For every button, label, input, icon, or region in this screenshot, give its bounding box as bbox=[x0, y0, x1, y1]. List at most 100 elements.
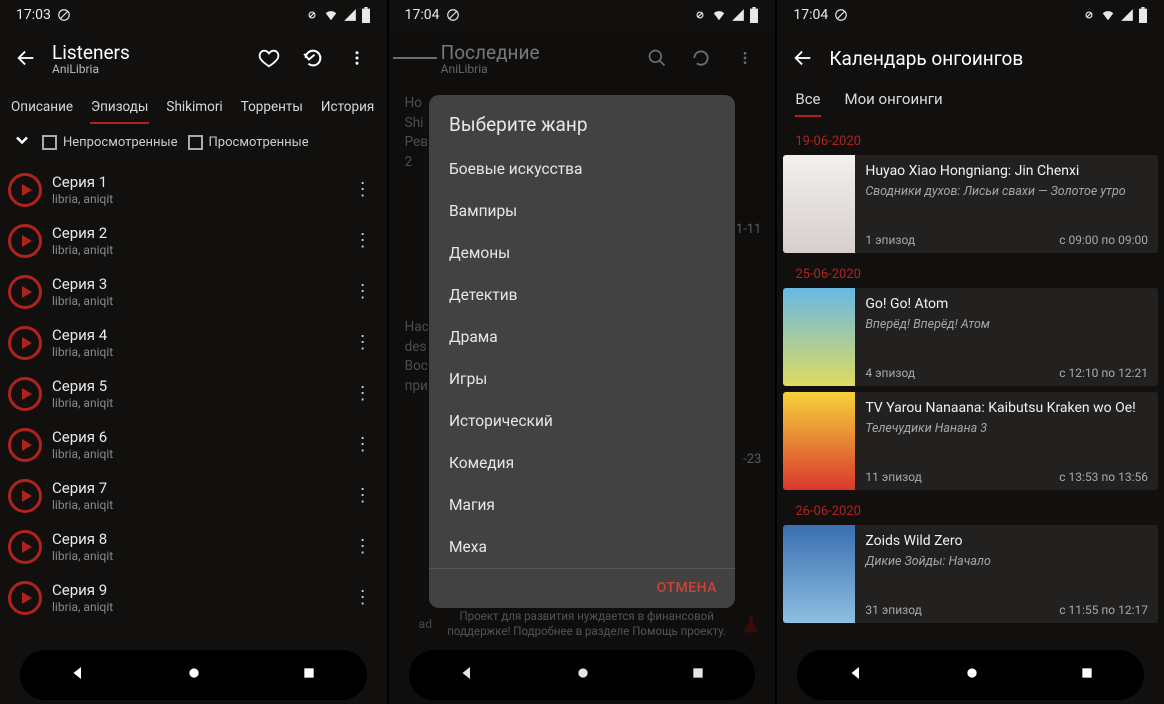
nav-home-icon[interactable] bbox=[964, 665, 980, 685]
genre-item[interactable]: Комедия bbox=[429, 442, 735, 484]
play-icon[interactable] bbox=[8, 581, 42, 615]
episode-overflow[interactable]: ⋮ bbox=[351, 281, 375, 302]
card-episode: 4 эпизод bbox=[865, 366, 915, 380]
episode-title: Серия 6 bbox=[52, 428, 351, 446]
thumbnail bbox=[783, 288, 855, 386]
anime-card[interactable]: Go! Go! Atom Вперёд! Вперёд! Атом 4 эпиз… bbox=[783, 288, 1158, 386]
episode-overflow[interactable]: ⋮ bbox=[351, 485, 375, 506]
calendar-tab[interactable]: Все bbox=[795, 90, 820, 108]
genre-item[interactable]: Боевые искусства bbox=[429, 148, 735, 190]
episode-row[interactable]: Серия 5 libria, aniqit ⋮ bbox=[0, 368, 387, 419]
tab-0[interactable]: Описание bbox=[2, 99, 82, 124]
card-episode: 1 эпизод bbox=[865, 233, 915, 247]
card-subtitle: Сводники духов: Лисьи свахи — Золотое ут… bbox=[865, 184, 1148, 199]
episode-overflow[interactable]: ⋮ bbox=[351, 332, 375, 353]
episode-row[interactable]: Серия 6 libria, aniqit ⋮ bbox=[0, 419, 387, 470]
filter-watched[interactable]: Просмотренные bbox=[188, 135, 309, 150]
wifi-icon bbox=[711, 8, 727, 22]
genre-item[interactable]: Игры bbox=[429, 358, 735, 400]
overflow-button[interactable] bbox=[335, 36, 379, 80]
genre-item[interactable]: Драма bbox=[429, 316, 735, 358]
play-icon[interactable] bbox=[8, 326, 42, 360]
checkbox-icon[interactable] bbox=[188, 135, 203, 150]
episode-row[interactable]: Серия 7 libria, aniqit ⋮ bbox=[0, 470, 387, 521]
play-icon[interactable] bbox=[8, 173, 42, 207]
episode-overflow[interactable]: ⋮ bbox=[351, 179, 375, 200]
anime-card[interactable]: TV Yarou Nanaana: Kaibutsu Kraken wo Oe!… bbox=[783, 392, 1158, 490]
signal-icon bbox=[343, 8, 357, 22]
card-title: Zoids Wild Zero bbox=[865, 533, 1148, 551]
page-subtitle: AniLibria bbox=[52, 62, 247, 76]
card-time: с 11:55 по 12:17 bbox=[1059, 603, 1148, 617]
genre-item[interactable]: Меха bbox=[429, 526, 735, 569]
screen-calendar: 17:04 Календарь онгоингов Все Мои онгоинг… bbox=[777, 0, 1164, 704]
battery-icon bbox=[749, 7, 759, 23]
episode-row[interactable]: Серия 2 libria, aniqit ⋮ bbox=[0, 215, 387, 266]
episode-subs: libria, aniqit bbox=[52, 294, 351, 308]
genre-item[interactable]: Вампиры bbox=[429, 190, 735, 232]
tab-strip: ОписаниеЭпизодыShikimoriТоррентыИсторияО… bbox=[0, 86, 387, 124]
episode-overflow[interactable]: ⋮ bbox=[351, 230, 375, 251]
nav-recent-icon[interactable] bbox=[1079, 665, 1095, 685]
dialog-backdrop[interactable]: Выберите жанр Боевые искусстваВампирыДем… bbox=[389, 30, 776, 704]
tab-4[interactable]: История bbox=[312, 99, 383, 124]
episode-row[interactable]: Серия 4 libria, aniqit ⋮ bbox=[0, 317, 387, 368]
play-icon[interactable] bbox=[8, 377, 42, 411]
dnd-icon bbox=[693, 8, 707, 22]
date-header: 19-06-2020 bbox=[777, 126, 1164, 155]
genre-dialog: Выберите жанр Боевые искусстваВампирыДем… bbox=[429, 95, 735, 608]
status-bar: 17:03 bbox=[0, 0, 387, 30]
anime-card[interactable]: Huyao Xiao Hongniang: Jin Chenxi Сводник… bbox=[783, 155, 1158, 253]
checkbox-icon[interactable] bbox=[42, 135, 57, 150]
calendar-tab[interactable]: Мои онгоинги bbox=[845, 90, 943, 108]
status-bar: 17:04 bbox=[777, 0, 1164, 30]
episode-overflow[interactable]: ⋮ bbox=[351, 383, 375, 404]
tab-1[interactable]: Эпизоды bbox=[82, 99, 157, 124]
page-title: Календарь онгоингов bbox=[829, 47, 1156, 70]
android-navbar bbox=[797, 650, 1144, 700]
nav-back-icon[interactable] bbox=[69, 664, 87, 686]
cancel-button[interactable]: ОТМЕНА bbox=[657, 580, 717, 596]
wifi-icon bbox=[1100, 8, 1116, 22]
genre-item[interactable]: Детектив bbox=[429, 274, 735, 316]
genre-item[interactable]: Демоны bbox=[429, 232, 735, 274]
episode-row[interactable]: Серия 3 libria, aniqit ⋮ bbox=[0, 266, 387, 317]
filter-bar: Непросмотренные Просмотренные bbox=[0, 124, 387, 164]
genre-item[interactable]: Исторический bbox=[429, 400, 735, 442]
play-icon[interactable] bbox=[8, 224, 42, 258]
refresh-button[interactable] bbox=[291, 36, 335, 80]
nav-recent-icon[interactable] bbox=[301, 665, 317, 685]
play-icon[interactable] bbox=[8, 479, 42, 513]
genre-item[interactable]: Магия bbox=[429, 484, 735, 526]
episode-subs: libria, aniqit bbox=[52, 549, 351, 563]
episode-title: Серия 9 bbox=[52, 581, 351, 599]
wifi-icon bbox=[323, 8, 339, 22]
status-time: 17:03 bbox=[16, 7, 51, 23]
card-time: с 13:53 по 13:56 bbox=[1059, 470, 1148, 484]
episode-overflow[interactable]: ⋮ bbox=[351, 587, 375, 608]
episode-subs: libria, aniqit bbox=[52, 192, 351, 206]
episode-overflow[interactable]: ⋮ bbox=[351, 434, 375, 455]
calendar-tabs: Все Мои онгоинги bbox=[777, 86, 1164, 126]
anime-card[interactable]: Zoids Wild Zero Дикие Зойды: Начало 31 э… bbox=[783, 525, 1158, 623]
nav-back-icon[interactable] bbox=[847, 664, 865, 686]
episode-row[interactable]: Серия 9 libria, aniqit ⋮ bbox=[0, 572, 387, 623]
play-icon[interactable] bbox=[8, 428, 42, 462]
back-button[interactable] bbox=[781, 36, 825, 80]
tab-5[interactable]: Отз bbox=[383, 99, 386, 124]
filter-unwatched[interactable]: Непросмотренные bbox=[42, 135, 178, 150]
chevron-down-icon[interactable] bbox=[12, 130, 32, 154]
play-icon[interactable] bbox=[8, 275, 42, 309]
tab-2[interactable]: Shikimori bbox=[157, 99, 231, 124]
episode-title: Серия 4 bbox=[52, 326, 351, 344]
tab-3[interactable]: Торренты bbox=[232, 99, 312, 124]
episode-subs: libria, aniqit bbox=[52, 498, 351, 512]
favorite-button[interactable] bbox=[247, 36, 291, 80]
status-time: 17:04 bbox=[793, 7, 828, 23]
episode-row[interactable]: Серия 1 libria, aniqit ⋮ bbox=[0, 164, 387, 215]
play-icon[interactable] bbox=[8, 530, 42, 564]
nav-home-icon[interactable] bbox=[186, 665, 202, 685]
episode-row[interactable]: Серия 8 libria, aniqit ⋮ bbox=[0, 521, 387, 572]
episode-overflow[interactable]: ⋮ bbox=[351, 536, 375, 557]
back-button[interactable] bbox=[4, 36, 48, 80]
